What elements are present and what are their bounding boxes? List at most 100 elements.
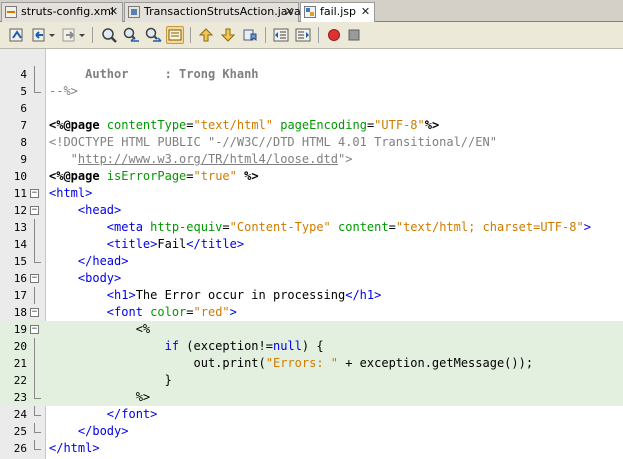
shift-left-icon[interactable] (272, 26, 290, 44)
fold-guide (34, 66, 35, 83)
jsp-file-icon (304, 6, 316, 18)
code-token: The Error occur in processing (135, 288, 346, 302)
line-number: 23 (13, 391, 27, 404)
next-bookmark-icon[interactable] (219, 26, 237, 44)
code-token: } (49, 373, 172, 387)
code-line[interactable]: 20 if (exception!=null) { (0, 338, 623, 355)
fold-collapse-icon[interactable]: − (30, 189, 39, 198)
code-text: <meta http-equiv="Content-Type" content=… (49, 219, 591, 236)
code-line[interactable]: 16− <body> (0, 270, 623, 287)
code-line[interactable]: 5 --%> (0, 83, 623, 100)
code-token: Fail (157, 237, 187, 251)
line-number: 14 (13, 238, 27, 251)
code-token: > (229, 305, 237, 319)
code-token: <% (135, 322, 151, 336)
code-line[interactable]: 22 } (0, 372, 623, 389)
code-text: <body> (49, 270, 121, 287)
code-token: <head> (77, 203, 122, 217)
code-text: <%@page isErrorPage="true" %> (49, 168, 259, 185)
code-line[interactable]: 8 <!DOCTYPE HTML PUBLIC "-//W3C//DTD HTML… (0, 134, 623, 151)
forward-icon[interactable] (60, 26, 78, 44)
stop-macro-icon[interactable] (345, 26, 363, 44)
previous-bookmark-icon[interactable] (197, 26, 215, 44)
close-icon[interactable]: ✕ (108, 6, 119, 17)
fold-end-icon (34, 440, 41, 450)
find-icon[interactable] (100, 26, 118, 44)
back-icon[interactable] (30, 26, 48, 44)
code-token: "text/html" (193, 118, 273, 132)
fold-collapse-icon[interactable]: − (30, 325, 39, 334)
tab-transaction-struts-action[interactable]: TransactionStrutsAction.java ✕ (124, 2, 301, 22)
last-edit-icon[interactable] (8, 26, 26, 44)
back-dropdown-icon[interactable] (48, 26, 56, 44)
line-number: 13 (13, 221, 27, 234)
code-token: "text/html; charset=UTF-8" (395, 220, 584, 234)
toolbar-separator (265, 27, 266, 43)
find-next-icon[interactable] (144, 26, 162, 44)
code-line[interactable]: 9 "http://www.w3.org/TR/html4/loose.dtd"… (0, 151, 623, 168)
find-previous-icon[interactable] (122, 26, 140, 44)
code-text: %> (49, 389, 150, 406)
line-number: 11 (13, 187, 27, 200)
line-number: 18 (13, 306, 27, 319)
code-token: color (150, 305, 187, 319)
code-line[interactable]: 25 </body> (0, 423, 623, 440)
code-line[interactable]: 18− <font color="red"> (0, 304, 623, 321)
toolbar-separator (318, 27, 319, 43)
code-token: </body> (77, 424, 129, 438)
fold-guide (34, 287, 35, 304)
code-token: "Errors: " (265, 356, 338, 370)
toggle-highlight-icon[interactable] (166, 26, 184, 44)
line-number: 9 (20, 153, 27, 166)
code-token: %> (424, 118, 440, 132)
code-token: --%> (49, 84, 78, 98)
close-icon[interactable]: ✕ (360, 6, 371, 17)
fold-end-icon (34, 83, 41, 93)
code-line[interactable]: 15 </head> (0, 253, 623, 270)
code-line[interactable]: 4 Author : Trong Khanh (0, 66, 623, 83)
close-icon[interactable]: ✕ (284, 6, 295, 17)
code-token: <%@page (49, 169, 107, 183)
fold-guide (34, 338, 35, 355)
start-macro-icon[interactable] (325, 26, 343, 44)
fold-guide (34, 355, 35, 372)
code-token: = (186, 305, 194, 319)
fold-collapse-icon[interactable]: − (30, 206, 39, 215)
fold-end-icon (34, 389, 41, 399)
forward-dropdown-icon[interactable] (78, 26, 86, 44)
shift-right-icon[interactable] (294, 26, 312, 44)
code-line[interactable]: 13 <meta http-equiv="Content-Type" conte… (0, 219, 623, 236)
code-token: "Content-Type" (229, 220, 331, 234)
code-token: = (388, 220, 396, 234)
code-editor[interactable]: 4 Author : Trong Khanh 5 --%> 6 7 <%@page con… (0, 49, 623, 459)
tab-fail-jsp[interactable]: fail.jsp ✕ (300, 2, 375, 23)
code-text: <font color="red"> (49, 304, 237, 321)
code-line[interactable]: 24 </font> (0, 406, 623, 423)
code-line[interactable]: 21 out.print("Errors: " + exception.getM… (0, 355, 623, 372)
code-line[interactable]: 26 </html> (0, 440, 623, 457)
code-line[interactable]: 14 <title>Fail</title> (0, 236, 623, 253)
line-number: 4 (20, 68, 27, 81)
code-line[interactable]: 19− <% (0, 321, 623, 338)
tab-struts-config[interactable]: struts-config.xml ✕ (1, 2, 123, 22)
code-line[interactable]: 6 (0, 100, 623, 117)
line-number: 7 (20, 119, 27, 132)
code-line[interactable]: 23 %> (0, 389, 623, 406)
code-line[interactable]: 11− <html> (0, 185, 623, 202)
code-line[interactable]: 10 <%@page isErrorPage="true" %> (0, 168, 623, 185)
code-text: </body> (49, 423, 129, 440)
code-line[interactable]: 12− <head> (0, 202, 623, 219)
code-line[interactable]: 7 <%@page contentType="text/html" pageEnc… (0, 117, 623, 134)
toolbar-separator (92, 27, 93, 43)
code-line[interactable]: 17 <h1>The Error occur in processing</h1… (0, 287, 623, 304)
toggle-bookmark-icon[interactable] (241, 26, 259, 44)
fold-collapse-icon[interactable]: − (30, 274, 39, 283)
fold-collapse-icon[interactable]: − (30, 308, 39, 317)
